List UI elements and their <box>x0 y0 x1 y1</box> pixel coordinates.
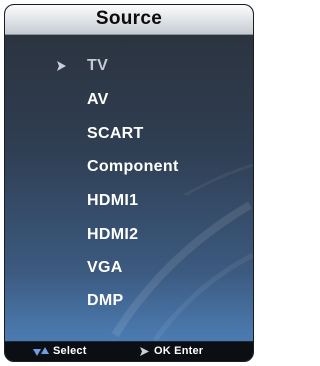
source-list: TV AV SCART Component HDMI1 HDMI2 VGA DM… <box>5 35 253 345</box>
source-item-tv[interactable]: TV <box>5 51 253 81</box>
enter-hint: OK Enter <box>154 345 204 357</box>
select-hint: Select <box>53 345 87 357</box>
source-item-label: HDMI1 <box>87 192 139 209</box>
title-bar: Source <box>5 5 253 35</box>
source-item-label: AV <box>87 91 109 108</box>
source-item-av[interactable]: AV <box>5 85 253 115</box>
source-item-dmp[interactable]: DMP <box>5 286 253 316</box>
up-down-arrows-icon <box>33 347 49 356</box>
footer-hint-bar: Select OK Enter <box>5 341 253 361</box>
source-menu-panel: Source TV AV SCART Component HDMI1 HDMI2… <box>4 4 254 362</box>
source-item-label: HDMI2 <box>87 226 139 243</box>
source-item-vga[interactable]: VGA <box>5 253 253 283</box>
source-item-hdmi1[interactable]: HDMI1 <box>5 186 253 216</box>
source-item-component[interactable]: Component <box>5 152 253 182</box>
source-item-label: VGA <box>87 259 123 276</box>
source-item-label: DMP <box>87 292 124 309</box>
source-item-label: SCART <box>87 125 144 142</box>
arrow-right-icon <box>140 347 149 356</box>
arrow-right-icon <box>57 61 66 71</box>
menu-title: Source <box>95 8 163 29</box>
source-item-label: TV <box>87 57 109 74</box>
source-item-hdmi2[interactable]: HDMI2 <box>5 220 253 250</box>
source-item-scart[interactable]: SCART <box>5 119 253 149</box>
source-item-label: Component <box>87 158 179 175</box>
